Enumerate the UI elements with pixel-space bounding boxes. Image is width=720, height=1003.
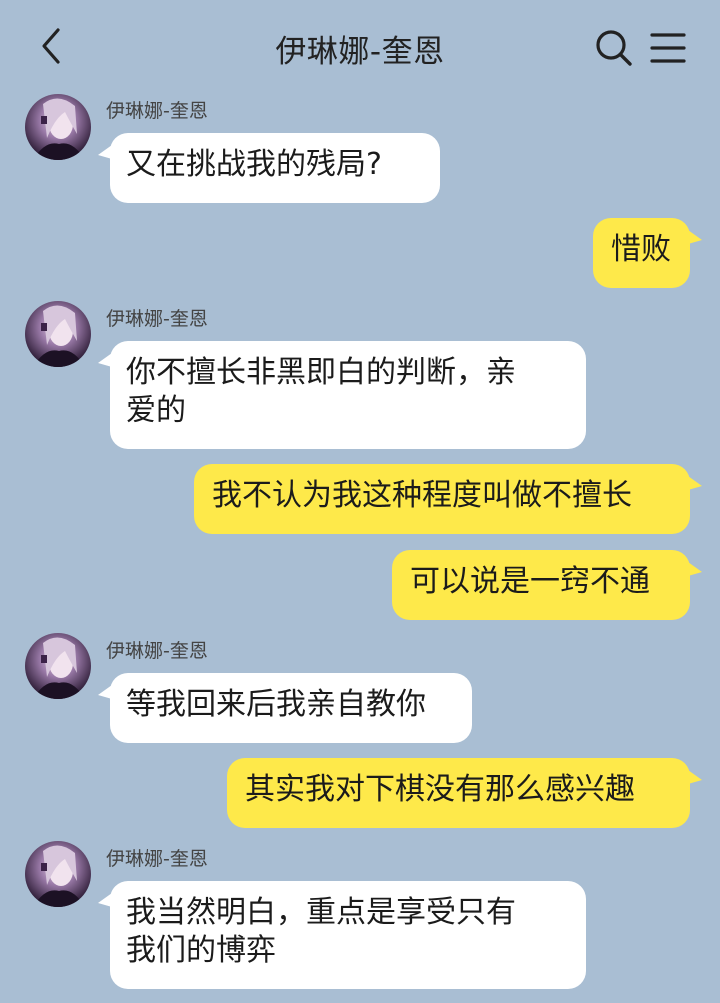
menu-icon[interactable] <box>648 30 688 66</box>
chat-header: 伊琳娜-奎恩 <box>0 0 720 92</box>
outgoing-message[interactable]: 其实我对下棋没有那么感兴趣 <box>227 758 702 828</box>
incoming-message[interactable]: 我当然明白，重点是享受只有 我们的博弈 <box>98 881 586 989</box>
message-text: 又在挑战我的残局? <box>126 147 382 182</box>
bubble-tail <box>98 145 112 159</box>
search-icon[interactable] <box>594 28 634 68</box>
avatar[interactable] <box>25 633 91 699</box>
avatar[interactable] <box>25 301 91 367</box>
bubble-tail <box>688 476 702 490</box>
outgoing-message[interactable]: 可以说是一窍不通 <box>392 550 702 620</box>
sender-name: 伊琳娜-奎恩 <box>106 640 208 662</box>
message-text-line: 我们的博弈 <box>126 933 276 968</box>
sender-name: 伊琳娜-奎恩 <box>106 100 208 122</box>
message-text: 可以说是一窍不通 <box>410 564 650 599</box>
sender-name: 伊琳娜-奎恩 <box>106 848 208 870</box>
message-text-line: 爱的 <box>126 393 186 428</box>
outgoing-message[interactable]: 我不认为我这种程度叫做不擅长 <box>194 464 702 534</box>
message-text: 我不认为我这种程度叫做不擅长 <box>212 478 632 513</box>
avatar[interactable] <box>25 841 91 907</box>
bubble-tail <box>688 770 702 784</box>
bubble-tail <box>688 230 702 244</box>
incoming-message[interactable]: 你不擅长非黑即白的判断，亲 爱的 <box>98 341 586 449</box>
sender-name: 伊琳娜-奎恩 <box>106 308 208 330</box>
message-text-line: 我当然明白，重点是享受只有 <box>126 895 516 930</box>
incoming-message[interactable]: 又在挑战我的残局? <box>98 133 440 203</box>
bubble-tail <box>98 685 112 699</box>
bubble-tail <box>98 893 112 907</box>
message-text-line: 你不擅长非黑即白的判断，亲 <box>126 355 516 390</box>
message-text: 等我回来后我亲自教你 <box>126 687 426 722</box>
avatar[interactable] <box>25 94 91 160</box>
message-text: 惜败 <box>611 232 671 267</box>
bubble-tail <box>688 562 702 576</box>
outgoing-message[interactable]: 惜败 <box>593 218 702 288</box>
incoming-message[interactable]: 等我回来后我亲自教你 <box>98 673 472 743</box>
bubble-tail <box>98 353 112 367</box>
message-text: 其实我对下棋没有那么感兴趣 <box>245 772 635 807</box>
